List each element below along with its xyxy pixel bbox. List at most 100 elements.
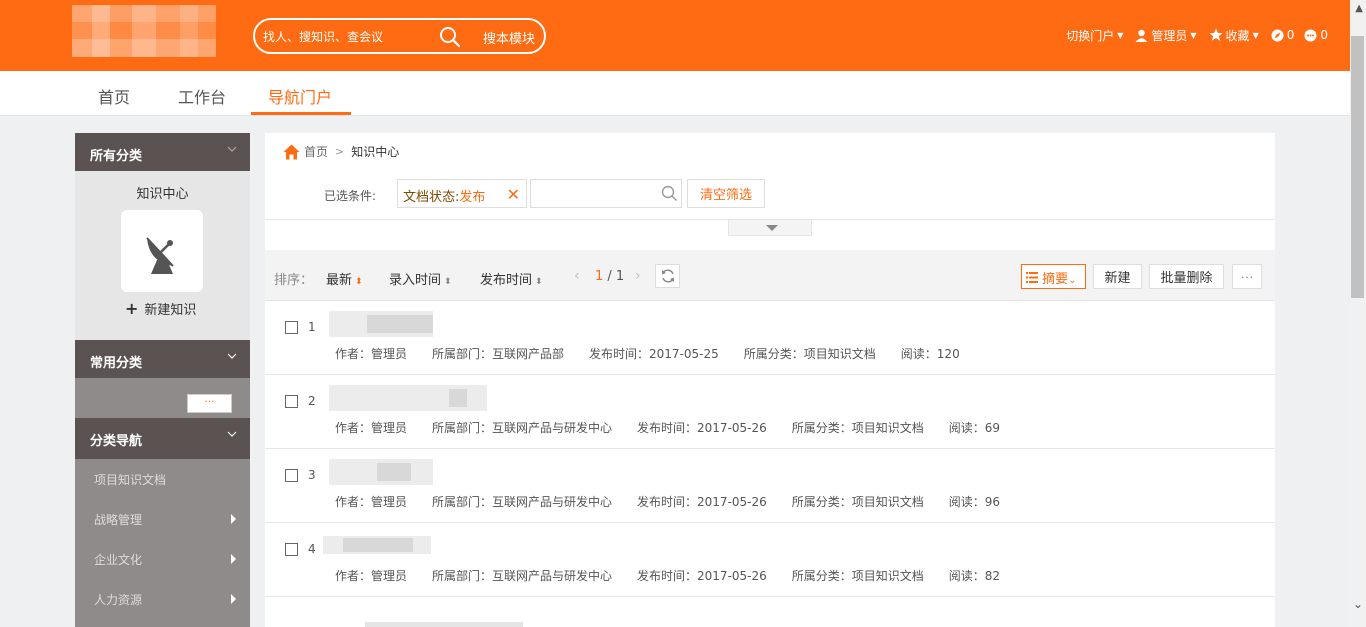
document-title-redacted[interactable]	[329, 385, 487, 411]
more-actions-button[interactable]: ···	[1232, 264, 1262, 289]
row-date: 发布时间：2017-05-26	[637, 421, 767, 435]
scroll-up-arrow-icon[interactable]: ▲	[1355, 3, 1363, 14]
search-scope-button[interactable]: 搜本模块	[483, 28, 535, 47]
chevron-down-icon	[227, 431, 237, 437]
page-indicator: 1 / 1	[595, 269, 624, 284]
company-logo[interactable]	[72, 5, 216, 57]
category-nav-header[interactable]: 分类导航	[75, 418, 250, 459]
next-page-icon[interactable]: ›	[635, 268, 641, 284]
document-title-redacted[interactable]	[329, 311, 433, 337]
page-scrollbar[interactable]: ▲ ⌄	[1350, 0, 1366, 627]
search-icon[interactable]	[661, 185, 678, 202]
sort-label: 排序：	[274, 273, 314, 288]
collapse-filters-toggle[interactable]	[728, 220, 812, 236]
sort-arrows-icon: ⬍	[355, 277, 363, 287]
search-icon[interactable]	[439, 26, 461, 48]
new-button[interactable]: 新建	[1093, 264, 1142, 289]
list-icon	[1026, 272, 1038, 283]
sort-publish-time[interactable]: 发布时间 ⬍	[480, 269, 543, 288]
row-date: 发布时间：2017-05-26	[637, 495, 767, 509]
row-index: 2	[308, 394, 316, 408]
document-title-redacted[interactable]	[329, 459, 433, 485]
main-nav: 首页 工作台 导航门户	[0, 71, 1350, 116]
row-date: 发布时间：2017-05-26	[637, 569, 767, 583]
row-category: 所属分类：项目知识文档	[743, 347, 876, 361]
row-index: 4	[308, 542, 316, 556]
row-checkbox[interactable]	[285, 321, 298, 334]
home-icon[interactable]	[283, 144, 300, 160]
more-categories-button[interactable]: ···	[187, 394, 232, 413]
row-checkbox[interactable]	[285, 469, 298, 482]
messages-badge[interactable]: 0	[1304, 28, 1328, 42]
user-name: 管理员	[1151, 28, 1188, 43]
row-checkbox[interactable]	[285, 543, 298, 556]
satellite-dish-icon	[146, 237, 174, 274]
scroll-thumb[interactable]	[1351, 36, 1364, 298]
caret-right-icon[interactable]	[231, 594, 236, 604]
list-item-partial	[365, 622, 523, 627]
chevron-down-icon	[227, 353, 237, 359]
sort-entry-time[interactable]: 录入时间 ⬍	[389, 269, 452, 288]
caret-right-icon[interactable]	[231, 514, 236, 524]
row-dept: 所属部门：互联网产品与研发中心	[432, 421, 613, 435]
scroll-down-arrow-icon[interactable]: ⌄	[1353, 597, 1363, 611]
breadcrumb-home[interactable]: 首页	[304, 143, 328, 160]
refresh-button[interactable]	[655, 264, 680, 288]
list-item[interactable]: 2 作者：管理员 所属部门：互联网产品与研发中心 发布时间：2017-05-26 所属…	[265, 375, 1275, 449]
common-categories-label: 常用分类	[90, 356, 143, 371]
row-reads: 阅读：82	[948, 569, 1001, 583]
row-meta: 作者：管理员 所属部门：互联网产品与研发中心 发布时间：2017-05-26 所属分类…	[335, 419, 1025, 436]
common-categories-header[interactable]: 常用分类	[75, 340, 250, 378]
prev-page-icon[interactable]: ‹	[574, 268, 580, 284]
tab-home[interactable]: 首页	[98, 84, 130, 108]
nav-item-hr[interactable]: 人力资源	[94, 591, 142, 608]
tasks-badge[interactable]: 0	[1271, 28, 1294, 42]
caret-right-icon[interactable]	[231, 554, 236, 564]
filter-search-input[interactable]	[530, 179, 682, 208]
view-mode-label: 摘要	[1042, 272, 1069, 287]
active-tab-indicator	[251, 112, 351, 115]
row-reads: 阅读：69	[948, 421, 1001, 435]
list-toolbar: 排序： 最新 ⬍ 录入时间 ⬍ 发布时间 ⬍ ‹ 1 / 1 › 摘要⌄ 新建 批量删…	[265, 250, 1275, 301]
nav-item-culture[interactable]: 企业文化	[94, 551, 142, 568]
batch-delete-button[interactable]: 批量删除	[1149, 264, 1224, 289]
nav-item-project-docs[interactable]: 项目知识文档	[94, 471, 166, 488]
favorites-menu[interactable]: 收藏 ▼	[1208, 27, 1259, 44]
row-reads: 阅读：96	[948, 495, 1001, 509]
row-category: 所属分类：项目知识文档	[791, 495, 924, 509]
switch-portal-menu[interactable]: 切换门户 ▼	[1066, 27, 1123, 44]
row-author: 作者：管理员	[335, 421, 408, 435]
list-item[interactable]: 4 作者：管理员 所属部门：互联网产品与研发中心 发布时间：2017-05-26 所属…	[265, 523, 1275, 597]
sort-arrows-icon: ⬍	[444, 277, 452, 287]
row-meta: 作者：管理员 所属部门：互联网产品与研发中心 发布时间：2017-05-26 所属分类…	[335, 567, 1025, 584]
close-icon[interactable]: ✕	[507, 185, 520, 204]
sort-publish-time-label: 发布时间	[480, 273, 533, 288]
nav-item-strategy[interactable]: 战略管理	[94, 511, 142, 528]
sidebar: 所有分类 知识中心 + 新建知识 常用分类 ··· 分类导航 项目知识文档 战略管…	[75, 133, 250, 627]
filter-tag-value: 发布	[459, 190, 486, 205]
row-author: 作者：管理员	[335, 347, 408, 361]
row-checkbox[interactable]	[285, 395, 298, 408]
main-content: 首页 > 知识中心 已选条件: 文档状态:发布 ✕ 清空筛选 排序： 最新 ⬍ 录…	[265, 133, 1275, 627]
sort-latest[interactable]: 最新 ⬍	[326, 269, 363, 288]
knowledge-center-tile[interactable]	[121, 210, 203, 292]
breadcrumb: 首页 > 知识中心	[283, 143, 399, 160]
view-mode-dropdown[interactable]: 摘要⌄	[1021, 264, 1086, 289]
list-item[interactable]: 1 作者：管理员 所属部门：互联网产品部 发布时间：2017-05-25 所属分类：项…	[265, 301, 1275, 375]
breadcrumb-current: 知识中心	[351, 145, 400, 159]
filter-label: 已选条件:	[324, 189, 377, 203]
clear-filters-button[interactable]: 清空筛选	[687, 179, 765, 208]
row-meta: 作者：管理员 所属部门：互联网产品部 发布时间：2017-05-25 所属分类：项目知…	[335, 345, 985, 362]
document-title-redacted[interactable]	[323, 536, 431, 554]
knowledge-center-title: 知识中心	[136, 187, 189, 202]
user-icon	[1135, 29, 1148, 42]
list-item[interactable]: 3 作者：管理员 所属部门：互联网产品与研发中心 发布时间：2017-05-26 所属…	[265, 449, 1275, 523]
tab-workbench[interactable]: 工作台	[178, 84, 226, 108]
all-categories-header[interactable]: 所有分类	[75, 133, 250, 171]
tab-portal[interactable]: 导航门户	[268, 84, 332, 108]
search-input[interactable]	[263, 28, 423, 46]
row-category: 所属分类：项目知识文档	[791, 421, 924, 435]
row-index: 3	[308, 468, 316, 482]
user-menu[interactable]: 管理员 ▼	[1135, 27, 1197, 44]
new-knowledge-button[interactable]: + 新建知识	[125, 299, 196, 318]
